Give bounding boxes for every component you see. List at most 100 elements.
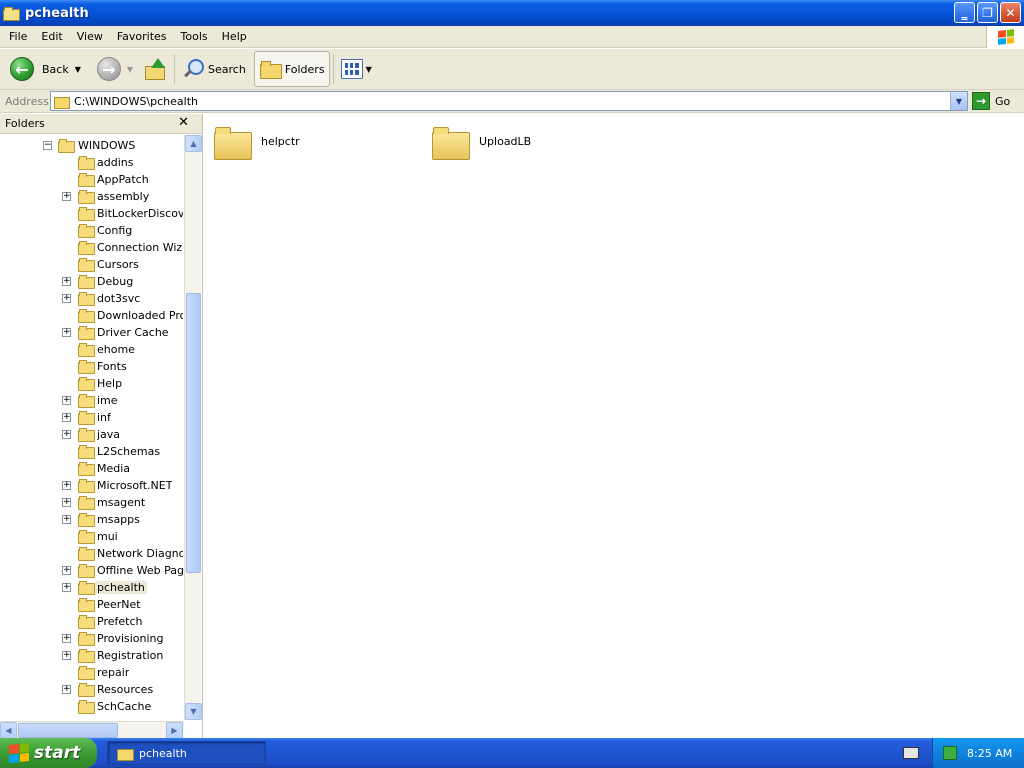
horizontal-scroll-thumb[interactable] <box>18 723 118 738</box>
tree-item-label[interactable]: WINDOWS <box>78 139 135 152</box>
expand-icon[interactable]: + <box>62 396 71 405</box>
tree-item[interactable]: Config <box>0 222 184 239</box>
tree-item[interactable]: PeerNet <box>0 596 184 613</box>
expand-icon[interactable]: + <box>62 634 71 643</box>
address-input[interactable]: C:\WINDOWS\pchealth ▼ <box>50 91 968 111</box>
expand-icon[interactable]: + <box>62 294 71 303</box>
tree-item-label[interactable]: Provisioning <box>97 632 164 645</box>
address-dropdown-icon[interactable]: ▼ <box>950 92 967 110</box>
expand-icon[interactable]: + <box>62 413 71 422</box>
expand-icon[interactable]: + <box>62 583 71 592</box>
tree-item[interactable]: + assembly <box>0 188 184 205</box>
close-button[interactable]: ✕ <box>1000 2 1021 23</box>
expand-icon[interactable]: + <box>62 328 71 337</box>
expand-icon[interactable]: + <box>62 192 71 201</box>
network-icon[interactable] <box>943 746 957 760</box>
expand-icon[interactable]: + <box>62 685 71 694</box>
tree-item[interactable]: + Debug <box>0 273 184 290</box>
tree-item-label[interactable]: AppPatch <box>97 173 149 186</box>
menu-favorites[interactable]: Favorites <box>110 30 174 43</box>
tree-item-label[interactable]: Microsoft.NET <box>97 479 172 492</box>
folder-tree-vertical-scrollbar[interactable]: ▲ ▼ <box>184 135 202 720</box>
expand-icon[interactable]: + <box>62 498 71 507</box>
back-button[interactable]: ← Back ▼ <box>6 51 85 87</box>
tree-item[interactable]: + ime <box>0 392 184 409</box>
expand-icon[interactable]: + <box>62 651 71 660</box>
tree-item-label[interactable]: msapps <box>97 513 140 526</box>
address-value[interactable]: C:\WINDOWS\pchealth <box>74 95 198 108</box>
tree-item[interactable]: BitLockerDiscover <box>0 205 184 222</box>
menu-view[interactable]: View <box>70 30 110 43</box>
tree-item[interactable]: SchCache <box>0 698 184 715</box>
menu-help[interactable]: Help <box>215 30 254 43</box>
expand-icon[interactable]: + <box>62 430 71 439</box>
tree-item-label[interactable]: Driver Cache <box>97 326 169 339</box>
menu-tools[interactable]: Tools <box>174 30 215 43</box>
go-button[interactable]: → Go <box>972 92 1010 110</box>
back-dropdown-icon[interactable]: ▼ <box>75 65 81 74</box>
tree-item-label[interactable]: Debug <box>97 275 133 288</box>
tree-item-label[interactable]: Registration <box>97 649 163 662</box>
tree-item[interactable]: + java <box>0 426 184 443</box>
tree-item-label[interactable]: ehome <box>97 343 135 356</box>
keyboard-icon[interactable] <box>903 747 919 759</box>
expand-icon[interactable]: + <box>62 566 71 575</box>
scroll-up-icon[interactable]: ▲ <box>185 135 202 152</box>
tree-item[interactable]: addins <box>0 154 184 171</box>
tree-item[interactable]: + inf <box>0 409 184 426</box>
tree-item-label[interactable]: ime <box>97 394 118 407</box>
tree-item-label[interactable]: pchealth <box>95 581 147 594</box>
forward-dropdown-icon[interactable]: ▼ <box>127 65 133 74</box>
minimize-button[interactable]: ‗ <box>954 2 975 23</box>
expand-icon[interactable]: + <box>62 277 71 286</box>
tree-item[interactable]: repair <box>0 664 184 681</box>
tree-item-label[interactable]: inf <box>97 411 111 424</box>
tree-item[interactable]: Downloaded Progr <box>0 307 184 324</box>
scroll-down-icon[interactable]: ▼ <box>185 703 202 720</box>
tree-item-label[interactable]: BitLockerDiscover <box>97 207 183 220</box>
tree-item-label[interactable]: mui <box>97 530 118 543</box>
tree-item-label[interactable]: repair <box>97 666 129 679</box>
close-pane-icon[interactable]: ✕ <box>178 115 189 130</box>
tree-item[interactable]: + dot3svc <box>0 290 184 307</box>
folder-icon[interactable] <box>430 122 470 160</box>
forward-button[interactable]: → ▼ <box>93 51 137 87</box>
tree-item-label[interactable]: java <box>97 428 120 441</box>
tree-item-label[interactable]: assembly <box>97 190 149 203</box>
scroll-right-icon[interactable]: ▶ <box>166 722 183 739</box>
tree-item-label[interactable]: msagent <box>97 496 145 509</box>
tree-item[interactable]: + Microsoft.NET <box>0 477 184 494</box>
tree-item[interactable]: Connection Wizard <box>0 239 184 256</box>
tree-item-label[interactable]: SchCache <box>97 700 151 713</box>
tree-item-label[interactable]: addins <box>97 156 133 169</box>
maximize-button[interactable]: ❐ <box>977 2 998 23</box>
expand-icon[interactable]: + <box>62 481 71 490</box>
tree-item[interactable]: Cursors <box>0 256 184 273</box>
menu-file[interactable]: File <box>0 30 34 43</box>
views-dropdown-icon[interactable]: ▼ <box>366 65 372 74</box>
tree-item-label[interactable]: Media <box>97 462 130 475</box>
tree-item-label[interactable]: Offline Web Pages <box>97 564 183 577</box>
tree-item[interactable]: mui <box>0 528 184 545</box>
tree-item-label[interactable]: Cursors <box>97 258 139 271</box>
tree-item-label[interactable]: PeerNet <box>97 598 141 611</box>
tree-item[interactable]: + Registration <box>0 647 184 664</box>
tree-item-label[interactable]: Help <box>97 377 122 390</box>
tree-item[interactable]: + Driver Cache <box>0 324 184 341</box>
tree-item[interactable]: − WINDOWS <box>0 137 184 154</box>
scroll-thumb[interactable] <box>186 293 201 573</box>
tree-item[interactable]: ehome <box>0 341 184 358</box>
views-button[interactable]: ▼ <box>337 51 376 87</box>
tree-item[interactable]: AppPatch <box>0 171 184 188</box>
start-button[interactable]: start <box>0 738 97 768</box>
tree-item-label[interactable]: Downloaded Progr <box>97 309 183 322</box>
tree-item[interactable]: + Provisioning <box>0 630 184 647</box>
tree-item[interactable]: + Offline Web Pages <box>0 562 184 579</box>
tree-item-label[interactable]: Connection Wizard <box>97 241 183 254</box>
tree-item[interactable]: Fonts <box>0 358 184 375</box>
tree-item-label[interactable]: Network Diagnost <box>97 547 183 560</box>
folder-icon[interactable] <box>212 122 252 160</box>
tree-item-label[interactable]: Config <box>97 224 132 237</box>
tree-item[interactable]: + Resources <box>0 681 184 698</box>
tree-item-label[interactable]: dot3svc <box>97 292 140 305</box>
